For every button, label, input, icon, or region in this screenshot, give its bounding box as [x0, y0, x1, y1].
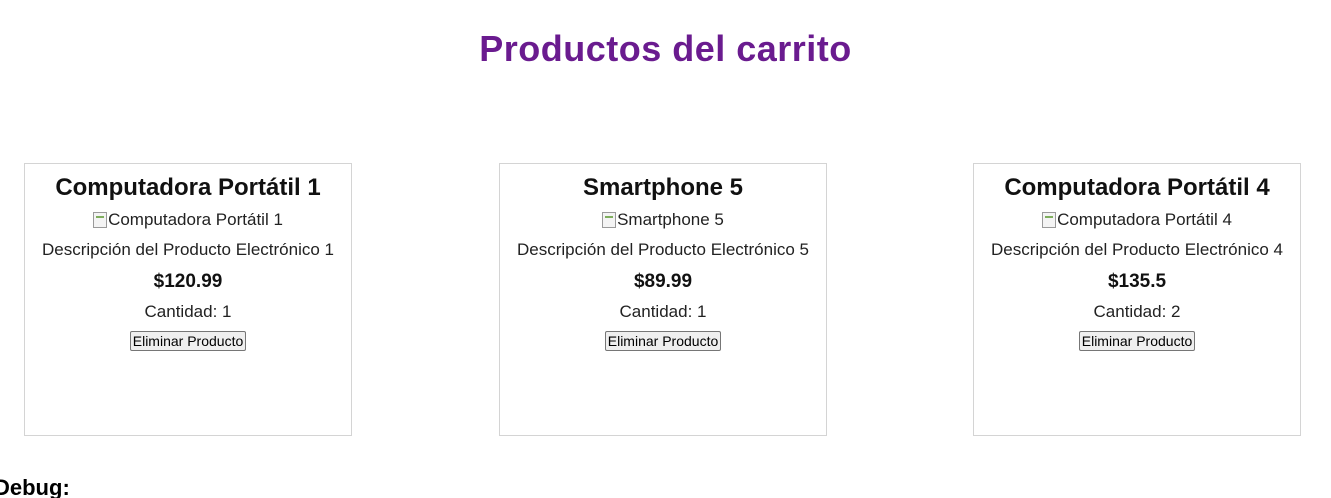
remove-product-button[interactable]: Eliminar Producto [1078, 331, 1196, 351]
product-image: Computadora Portátil 1 [25, 210, 351, 230]
product-description: Descripción del Producto Electrónico 5 [517, 240, 809, 259]
product-quantity: Cantidad: 1 [144, 302, 232, 321]
product-card: Computadora Portátil 4 Computadora Portá… [973, 163, 1301, 436]
product-price: $120.99 [153, 271, 223, 292]
product-image: Smartphone 5 [500, 210, 826, 230]
remove-product-button[interactable]: Eliminar Producto [604, 331, 722, 351]
product-name: Computadora Portátil 4 [1004, 174, 1270, 201]
product-quantity: Cantidad: 1 [619, 302, 707, 321]
product-card: Computadora Portátil 1 Computadora Portá… [24, 163, 352, 436]
cart-page: Productos del carrito Computadora Portát… [0, 0, 1331, 498]
product-quantity: Cantidad: 2 [1093, 302, 1181, 321]
broken-image-icon [1042, 212, 1057, 228]
product-image-alt: Computadora Portátil 4 [1057, 210, 1232, 229]
page-title: Productos del carrito [479, 28, 852, 69]
product-image-alt: Smartphone 5 [617, 210, 724, 229]
debug-label: Debug: [0, 475, 70, 498]
remove-product-button[interactable]: Eliminar Producto [129, 331, 247, 351]
product-card: Smartphone 5 Smartphone 5 Descripción de… [499, 163, 827, 436]
product-image: Computadora Portátil 4 [974, 210, 1300, 230]
product-description: Descripción del Producto Electrónico 4 [991, 240, 1283, 259]
product-description: Descripción del Producto Electrónico 1 [42, 240, 334, 259]
product-price: $135.5 [1107, 271, 1167, 292]
product-price: $89.99 [633, 271, 693, 292]
broken-image-icon [93, 212, 108, 228]
product-name: Computadora Portátil 1 [55, 174, 321, 201]
product-image-alt: Computadora Portátil 1 [108, 210, 283, 229]
broken-image-icon [602, 212, 617, 228]
product-name: Smartphone 5 [582, 174, 744, 201]
